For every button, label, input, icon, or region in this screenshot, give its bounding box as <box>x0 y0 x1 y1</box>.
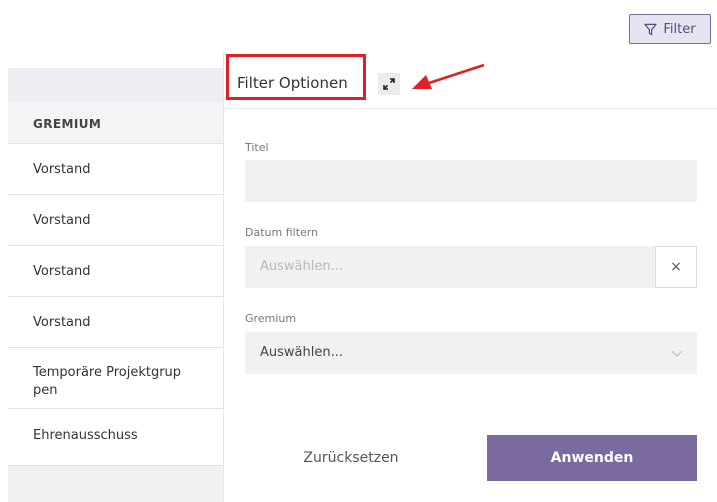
row-label: Vorstand <box>33 212 91 228</box>
panel-header: Filter Optionen <box>224 52 717 109</box>
datum-clear-button[interactable]: × <box>655 246 697 288</box>
chevron-down-icon <box>671 350 683 357</box>
filter-panel: Filter Optionen Titel Datum filtern Ausw… <box>223 52 717 502</box>
datum-placeholder: Auswählen... <box>260 259 343 274</box>
titel-label: Titel <box>245 141 269 154</box>
annotation-highlight-box <box>226 54 366 100</box>
table-row[interactable]: Vorstand <box>8 144 223 195</box>
table-row[interactable]: Temporäre Projektgrup pen <box>8 348 223 409</box>
table-row[interactable]: Vorstand <box>8 246 223 297</box>
close-icon: × <box>670 259 682 275</box>
filter-button-label: Filter <box>663 21 696 37</box>
gremium-table: GREMIUM Vorstand Vorstand Vorstand Vorst… <box>8 68 223 466</box>
table-row[interactable]: Ehrenausschuss <box>8 409 223 466</box>
row-label: Vorstand <box>33 314 91 330</box>
gremium-label: Gremium <box>245 312 297 325</box>
reset-button[interactable]: Zurücksetzen <box>244 435 458 481</box>
row-label: Temporäre Projektgrup pen <box>33 365 182 398</box>
row-label: Ehrenausschuss <box>33 428 138 443</box>
gremium-select[interactable]: Auswählen... <box>245 332 697 374</box>
apply-button[interactable]: Anwenden <box>487 435 697 481</box>
column-header-gremium[interactable]: GREMIUM <box>8 102 223 144</box>
filter-button[interactable]: Filter <box>629 14 711 44</box>
annotation-arrow-icon <box>412 63 485 89</box>
datum-label: Datum filtern <box>245 226 319 239</box>
row-label: Vorstand <box>33 263 91 279</box>
datum-input[interactable]: Auswählen... <box>245 246 656 288</box>
row-label: Vorstand <box>33 161 91 177</box>
table-row[interactable]: Vorstand <box>8 195 223 246</box>
gremium-select-value: Auswählen... <box>260 345 343 360</box>
funnel-icon <box>644 23 658 35</box>
table-row[interactable]: Vorstand <box>8 297 223 348</box>
expand-icon[interactable] <box>378 73 400 95</box>
titel-input[interactable] <box>245 160 697 202</box>
table-top-bar <box>8 68 223 102</box>
